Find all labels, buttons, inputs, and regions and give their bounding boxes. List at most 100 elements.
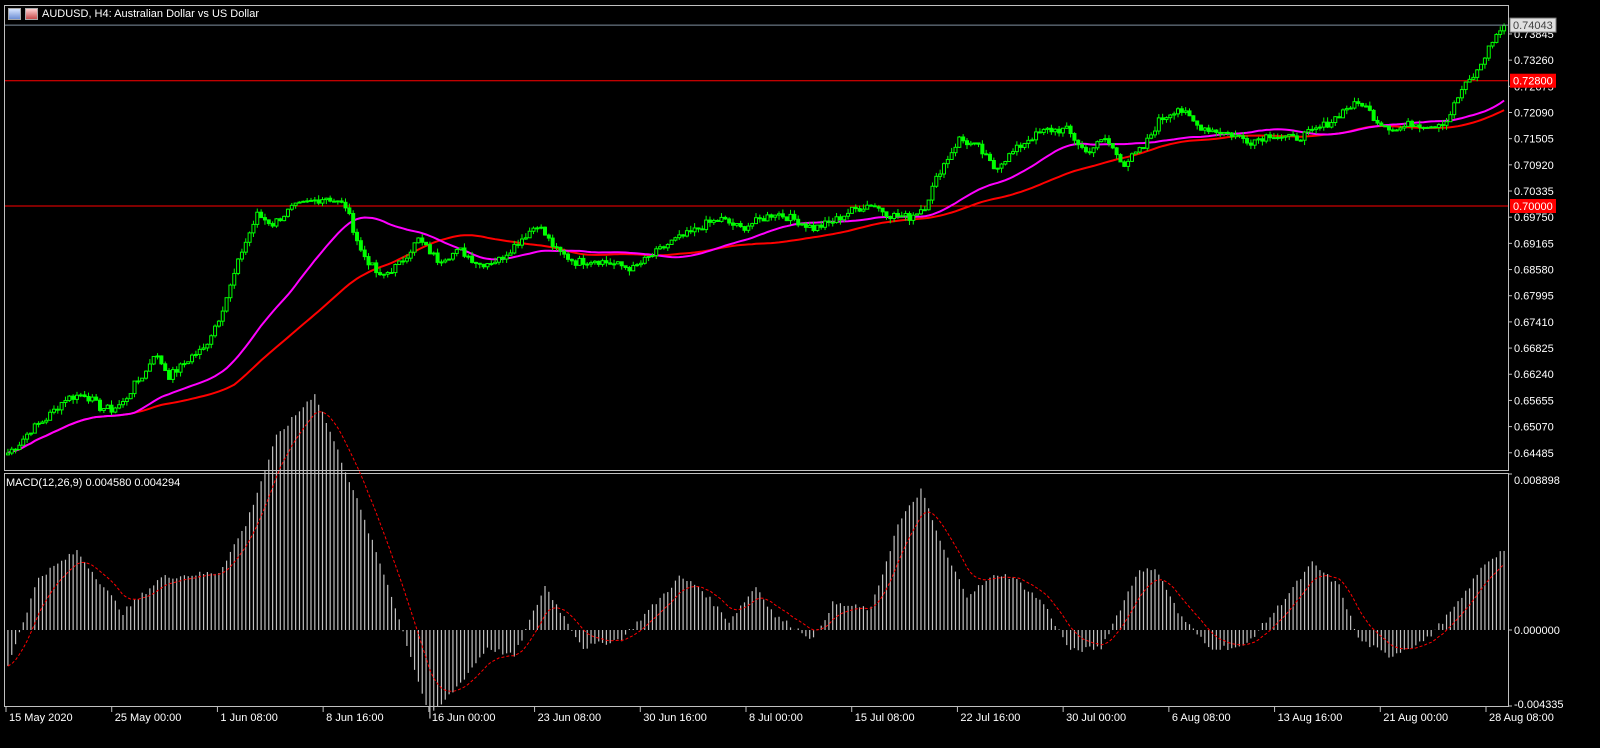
candle-body bbox=[577, 257, 582, 266]
candle-body bbox=[416, 237, 421, 244]
candle-body bbox=[297, 201, 302, 204]
candle-body bbox=[880, 207, 885, 213]
candle-body bbox=[285, 208, 290, 217]
candle-body bbox=[957, 136, 962, 148]
candle-body bbox=[673, 237, 678, 241]
candle-body bbox=[585, 263, 590, 266]
candle-body bbox=[504, 254, 509, 260]
candle-body bbox=[228, 284, 233, 299]
time-tick-label: 8 Jun 16:00 bbox=[326, 712, 384, 724]
candle-body bbox=[1459, 89, 1464, 99]
candle-body bbox=[988, 153, 993, 162]
candle-body bbox=[562, 250, 567, 255]
candle-body bbox=[1479, 63, 1484, 71]
candle-body bbox=[1068, 125, 1073, 135]
candle-body bbox=[1022, 142, 1027, 148]
price-tick-label: 0.70335 bbox=[1514, 186, 1554, 198]
time-tick-label: 28 Aug 08:00 bbox=[1489, 712, 1554, 724]
candle-body bbox=[312, 199, 317, 202]
candle-body bbox=[592, 260, 597, 264]
candle-body bbox=[1425, 126, 1430, 129]
candle-body bbox=[1356, 101, 1361, 104]
candle-body bbox=[236, 258, 241, 274]
candle-body bbox=[550, 237, 555, 248]
candle-body bbox=[696, 227, 701, 230]
chart-window-icon[interactable] bbox=[8, 8, 21, 20]
candle-body bbox=[132, 380, 137, 395]
candle-body bbox=[1413, 124, 1418, 128]
candle-body bbox=[155, 355, 160, 358]
candle-body bbox=[1325, 121, 1330, 128]
candle-body bbox=[481, 263, 486, 268]
candle-body bbox=[335, 200, 340, 203]
candle-body bbox=[915, 213, 920, 216]
candle-body bbox=[485, 263, 490, 268]
candle-body bbox=[5, 452, 10, 456]
candle-body bbox=[1087, 151, 1092, 154]
candle-body bbox=[82, 394, 87, 398]
candle-body bbox=[1394, 129, 1399, 132]
candle-body bbox=[1363, 105, 1368, 108]
candle-body bbox=[1229, 132, 1234, 138]
candle-body bbox=[454, 249, 459, 254]
candle-body bbox=[262, 217, 267, 221]
candle-body bbox=[1371, 109, 1376, 121]
candle-body bbox=[1003, 161, 1008, 165]
chart-canvas[interactable]: 0.738450.732600.726750.720900.715050.709… bbox=[0, 0, 1600, 743]
candle-body bbox=[358, 240, 363, 251]
candle-body bbox=[431, 252, 436, 255]
candle-body bbox=[113, 407, 118, 413]
time-tick-label: 1 Jun 08:00 bbox=[220, 712, 278, 724]
candle-body bbox=[918, 209, 923, 215]
candle-body bbox=[274, 218, 279, 227]
candle-body bbox=[684, 230, 689, 237]
candle-body bbox=[512, 243, 517, 254]
time-tick-label: 13 Aug 16:00 bbox=[1278, 712, 1343, 724]
chart-properties-icon[interactable] bbox=[25, 8, 38, 20]
candle-body bbox=[669, 239, 674, 246]
price-tick-label: 0.65070 bbox=[1514, 422, 1554, 434]
candle-body bbox=[17, 444, 22, 451]
candle-body bbox=[780, 213, 785, 218]
candle-body bbox=[1271, 137, 1276, 140]
candle-body bbox=[1279, 136, 1284, 139]
candle-body bbox=[961, 136, 966, 142]
candle-body bbox=[44, 419, 49, 423]
candle-body bbox=[255, 211, 260, 225]
candle-body bbox=[964, 140, 969, 146]
candle-body bbox=[1199, 124, 1204, 131]
candle-body bbox=[67, 395, 72, 402]
candle-body bbox=[293, 202, 298, 206]
candle-body bbox=[815, 224, 820, 232]
candle-body bbox=[1099, 139, 1104, 143]
candle-body bbox=[757, 217, 762, 220]
candle-body bbox=[439, 261, 444, 264]
candle-body bbox=[738, 223, 743, 228]
candle-body bbox=[1083, 146, 1088, 153]
candle-body bbox=[124, 398, 129, 402]
candle-body bbox=[1049, 127, 1054, 133]
time-tick-label: 6 Aug 08:00 bbox=[1172, 712, 1231, 724]
candle-body bbox=[761, 218, 766, 222]
candle-body bbox=[1490, 41, 1495, 47]
candle-body bbox=[1152, 130, 1157, 136]
main-panel-border bbox=[4, 5, 1509, 471]
candle-body bbox=[911, 214, 916, 221]
candle-body bbox=[1133, 151, 1138, 155]
candle-body bbox=[635, 264, 640, 267]
candle-body bbox=[147, 363, 152, 372]
candle-body bbox=[1329, 122, 1334, 128]
candle-body bbox=[500, 256, 505, 260]
candle-body bbox=[174, 369, 179, 373]
candle-body bbox=[493, 261, 498, 265]
candle-body bbox=[109, 404, 114, 413]
candle-body bbox=[239, 251, 244, 260]
candle-body bbox=[201, 347, 206, 350]
candle-body bbox=[1160, 117, 1165, 121]
candle-body bbox=[224, 297, 229, 312]
candle-body bbox=[1383, 125, 1388, 128]
candle-body bbox=[1072, 133, 1077, 141]
price-tick-label: 0.73260 bbox=[1514, 55, 1554, 67]
candle-body bbox=[301, 200, 306, 203]
candle-body bbox=[531, 227, 536, 232]
